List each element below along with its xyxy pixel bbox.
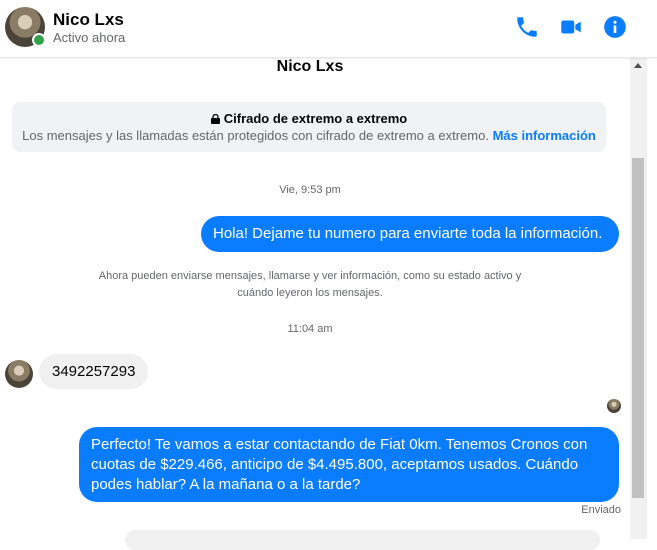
encryption-title-row: Cifrado de extremo a extremo [12, 111, 606, 126]
info-icon[interactable] [602, 14, 628, 40]
incoming-message[interactable]: 3492257293 [39, 354, 149, 389]
scroll-up-arrow-icon[interactable] [634, 63, 642, 68]
message-timestamp: Vie, 9:53 pm [279, 184, 341, 196]
chat-title: Nico Lxs [276, 58, 344, 75]
sent-status: Enviado [581, 504, 621, 516]
phone-icon[interactable] [514, 14, 540, 40]
sender-avatar[interactable] [5, 360, 33, 388]
contact-avatar[interactable] [5, 7, 46, 47]
scrollbar[interactable] [630, 58, 647, 539]
encryption-notice: Cifrado de extremo a extremo Los mensaje… [12, 102, 606, 152]
outgoing-message[interactable]: Hola! Dejame tu numero para enviarte tod… [201, 216, 619, 252]
scrollbar-thumb[interactable] [632, 158, 644, 498]
lock-icon [210, 112, 220, 124]
contact-name[interactable]: Nico Lxs [53, 10, 124, 30]
system-message: Ahora pueden enviarse mensajes, llamarse… [98, 270, 522, 299]
message-timestamp: 11:04 am [287, 323, 333, 335]
outgoing-message[interactable]: Perfecto! Te vamos a estar contactando d… [79, 427, 619, 502]
contact-status: Activo ahora [53, 30, 126, 45]
encryption-text: Los mensajes y las llamadas están proteg… [22, 128, 489, 143]
video-icon[interactable] [558, 14, 584, 40]
encryption-title: Cifrado de extremo a extremo [223, 111, 408, 126]
online-indicator [32, 33, 46, 47]
partial-message [125, 530, 600, 550]
encryption-text-row: Los mensajes y las llamadas están proteg… [12, 128, 606, 143]
more-info-link[interactable]: Más información [493, 128, 596, 143]
chat-header: Nico Lxs Activo ahora [0, 0, 657, 58]
read-receipt-avatar [607, 399, 621, 413]
